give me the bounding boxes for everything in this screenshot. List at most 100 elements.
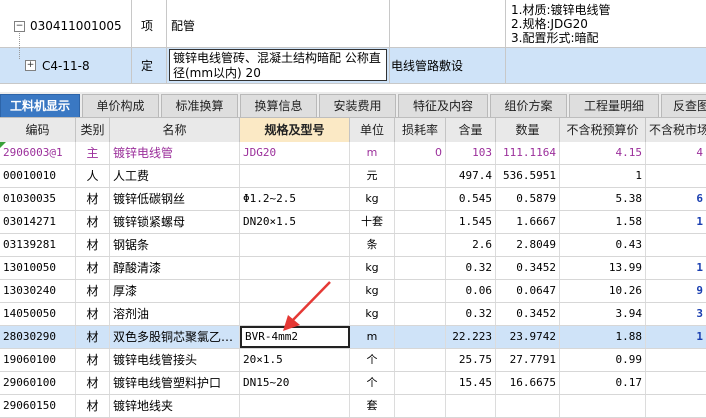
- row-name[interactable]: 镀锌电线管塑料护口: [110, 372, 240, 394]
- row-unit[interactable]: m: [350, 326, 395, 348]
- table-row[interactable]: 29060150 材镀锌地线夹 套: [0, 395, 706, 418]
- row-category[interactable]: 材: [76, 372, 110, 394]
- row-unit[interactable]: kg: [350, 188, 395, 210]
- row-budget-price[interactable]: 3.94: [560, 303, 646, 325]
- row-spec[interactable]: [240, 280, 350, 302]
- row-quantity[interactable]: 536.5951: [496, 165, 560, 187]
- row-loss-rate[interactable]: [395, 326, 446, 348]
- header-quantity[interactable]: 数量: [496, 118, 560, 142]
- row-content[interactable]: [446, 395, 496, 417]
- row-unit[interactable]: kg: [350, 257, 395, 279]
- header-unit[interactable]: 单位: [350, 118, 395, 142]
- table-row[interactable]: 19060100 材镀锌电线管接头 20×1.5 个 25.75 27.7791 0.99: [0, 349, 706, 372]
- row-category[interactable]: 主: [76, 142, 110, 164]
- row-unit[interactable]: m: [350, 142, 395, 164]
- row-name[interactable]: 镀锌电线管接头: [110, 349, 240, 371]
- row-loss-rate[interactable]: [395, 349, 446, 371]
- row-quantity[interactable]: 0.3452: [496, 257, 560, 279]
- row-unit[interactable]: 套: [350, 395, 395, 417]
- tab-unit-price[interactable]: 单价构成: [82, 94, 159, 117]
- row-category[interactable]: 材: [76, 395, 110, 417]
- table-row[interactable]: 2906003@1 主镀锌电线管 JDG20 m 0 103 111.1164 4.15 4: [0, 142, 706, 165]
- row-content[interactable]: 0.32: [446, 303, 496, 325]
- row-content[interactable]: 25.75: [446, 349, 496, 371]
- tab-install-fee[interactable]: 安装费用: [319, 94, 396, 117]
- row-spec[interactable]: [240, 395, 350, 417]
- row-market-price[interactable]: [646, 395, 706, 417]
- table-row[interactable]: 03139281 材钢锯条 条 2.6 2.8049 0.43: [0, 234, 706, 257]
- row-budget-price[interactable]: 4.15: [560, 142, 646, 164]
- row-loss-rate[interactable]: [395, 280, 446, 302]
- header-budget-price[interactable]: 不含税预算价: [560, 118, 646, 142]
- row-spec[interactable]: JDG20: [240, 142, 350, 164]
- header-name[interactable]: 名称: [110, 118, 240, 142]
- row-spec[interactable]: [240, 165, 350, 187]
- row-budget-price[interactable]: [560, 395, 646, 417]
- header-loss-rate[interactable]: 损耗率: [395, 118, 446, 142]
- row-budget-price[interactable]: 13.99: [560, 257, 646, 279]
- row-budget-price[interactable]: 1: [560, 165, 646, 187]
- row-name[interactable]: 溶剂油: [110, 303, 240, 325]
- quota-name-editor[interactable]: 镀锌电线管砖、混凝土结构暗配 公称直径(mm以内) 20: [169, 49, 387, 81]
- row-unit[interactable]: 元: [350, 165, 395, 187]
- row-unit[interactable]: 十套: [350, 211, 395, 233]
- table-row[interactable]: 13030240 材厚漆 kg 0.06 0.0647 10.26 9: [0, 280, 706, 303]
- bill-row-item[interactable]: − 030411001005 项 配管 1.材质:镀锌电线管 2.规格:JDG2…: [0, 0, 706, 48]
- row-category[interactable]: 材: [76, 280, 110, 302]
- expand-toggle[interactable]: +: [25, 60, 36, 71]
- tab-pricing-plan[interactable]: 组价方案: [490, 94, 567, 117]
- row-name[interactable]: 醇酸清漆: [110, 257, 240, 279]
- table-row[interactable]: 03014271 材镀锌锁紧螺母 DN20×1.5 十套 1.545 1.6667 1.58…: [0, 211, 706, 234]
- row-market-price[interactable]: 3: [646, 303, 706, 325]
- collapse-toggle[interactable]: −: [14, 21, 25, 32]
- row-loss-rate[interactable]: [395, 303, 446, 325]
- row-quantity[interactable]: 0.5879: [496, 188, 560, 210]
- row-quantity[interactable]: 2.8049: [496, 234, 560, 256]
- tab-reverse-lookup[interactable]: 反查图: [661, 94, 706, 117]
- quota-row-selected[interactable]: + C4-11-8 定 镀锌电线管砖、混凝土结构暗配 公称直径(mm以内) 20…: [0, 48, 706, 84]
- row-name[interactable]: 镀锌电线管: [110, 142, 240, 164]
- row-content[interactable]: 1.545: [446, 211, 496, 233]
- row-name[interactable]: 镀锌锁紧螺母: [110, 211, 240, 233]
- header-code[interactable]: 编码: [0, 118, 76, 142]
- row-content[interactable]: 0.545: [446, 188, 496, 210]
- tab-labor-material-machine[interactable]: 工料机显示: [0, 94, 80, 117]
- row-spec[interactable]: 20×1.5: [240, 349, 350, 371]
- row-quantity[interactable]: 1.6667: [496, 211, 560, 233]
- row-loss-rate[interactable]: [395, 257, 446, 279]
- row-category[interactable]: 材: [76, 326, 110, 348]
- row-spec[interactable]: [240, 257, 350, 279]
- row-name[interactable]: 镀锌地线夹: [110, 395, 240, 417]
- row-budget-price[interactable]: 0.43: [560, 234, 646, 256]
- row-market-price[interactable]: [646, 349, 706, 371]
- row-unit[interactable]: kg: [350, 280, 395, 302]
- row-name[interactable]: 人工费: [110, 165, 240, 187]
- row-market-price[interactable]: 4: [646, 142, 706, 164]
- row-spec[interactable]: [240, 303, 350, 325]
- row-market-price[interactable]: 6: [646, 188, 706, 210]
- row-quantity[interactable]: 111.1164: [496, 142, 560, 164]
- row-budget-price[interactable]: 5.38: [560, 188, 646, 210]
- row-budget-price[interactable]: 1.58: [560, 211, 646, 233]
- row-name[interactable]: 双色多股铜芯聚氯乙…: [110, 326, 240, 348]
- row-category[interactable]: 人: [76, 165, 110, 187]
- row-unit[interactable]: 条: [350, 234, 395, 256]
- tab-features-content[interactable]: 特征及内容: [398, 94, 488, 117]
- header-market-price[interactable]: 不含税市场: [646, 118, 706, 142]
- row-quantity[interactable]: [496, 395, 560, 417]
- row-category[interactable]: 材: [76, 211, 110, 233]
- row-unit[interactable]: 个: [350, 349, 395, 371]
- row-unit[interactable]: 个: [350, 372, 395, 394]
- row-loss-rate[interactable]: [395, 165, 446, 187]
- row-loss-rate[interactable]: [395, 372, 446, 394]
- row-loss-rate[interactable]: [395, 395, 446, 417]
- row-name[interactable]: 厚漆: [110, 280, 240, 302]
- row-content[interactable]: 497.4: [446, 165, 496, 187]
- tab-quantity-detail[interactable]: 工程量明细: [569, 94, 659, 117]
- row-spec[interactable]: Φ1.2~2.5: [240, 188, 350, 210]
- row-content[interactable]: 0.32: [446, 257, 496, 279]
- row-market-price[interactable]: [646, 165, 706, 187]
- row-loss-rate[interactable]: [395, 211, 446, 233]
- header-spec[interactable]: 规格及型号: [240, 118, 350, 142]
- row-quantity[interactable]: 0.3452: [496, 303, 560, 325]
